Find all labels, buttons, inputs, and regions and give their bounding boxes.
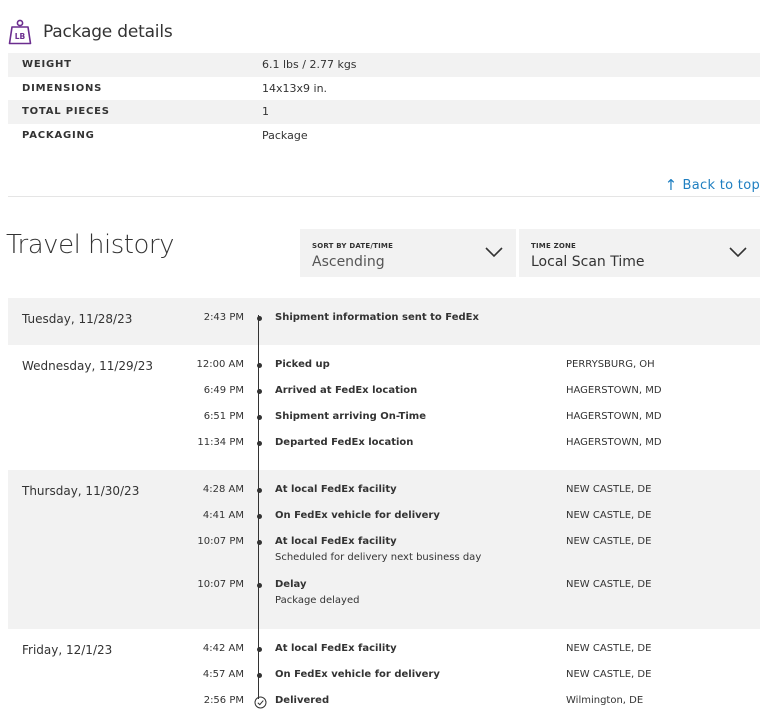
event-description: Shipment arriving On-Time bbox=[275, 411, 426, 422]
detail-key: PACKAGING bbox=[22, 129, 95, 141]
event-time: 2:43 PM bbox=[203, 312, 244, 323]
day-group: Thursday, 11/30/23 4:28 AM At local FedE… bbox=[8, 470, 760, 629]
event-location: NEW CASTLE, DE bbox=[566, 643, 652, 654]
weight-icon-text: LB bbox=[15, 32, 26, 41]
event-detail: Scheduled for delivery next business day bbox=[275, 552, 482, 563]
package-details-header: LB Package details bbox=[8, 18, 173, 46]
event-time: 4:42 AM bbox=[202, 643, 244, 654]
event-time: 4:57 AM bbox=[202, 669, 244, 680]
day-group: Friday, 12/1/23 4:42 AM At local FedEx f… bbox=[8, 629, 760, 721]
event-description: Departed FedEx location bbox=[275, 437, 414, 448]
time-zone-label: TIME ZONE bbox=[531, 242, 577, 250]
detail-value: Package bbox=[262, 128, 308, 142]
time-zone-value: Local Scan Time bbox=[531, 254, 645, 270]
timeline-event: 2:43 PM Shipment information sent to Fed… bbox=[8, 312, 760, 332]
event-location: NEW CASTLE, DE bbox=[566, 510, 652, 521]
event-description: Arrived at FedEx location bbox=[275, 385, 418, 396]
event-description: On FedEx vehicle for delivery bbox=[275, 669, 440, 680]
event-description: Picked up bbox=[275, 359, 330, 370]
section-divider bbox=[8, 196, 760, 197]
detail-key: WEIGHT bbox=[22, 59, 72, 71]
event-time: 10:07 PM bbox=[197, 579, 244, 590]
timeline-event: 2:56 PM Delivered Wilmington, DE bbox=[8, 695, 760, 715]
back-to-top-link[interactable]: ↑ Back to top bbox=[665, 176, 760, 194]
timeline-event: 6:49 PM Arrived at FedEx location HAGERS… bbox=[8, 385, 760, 405]
detail-value: 1 bbox=[262, 105, 269, 119]
travel-history-title: Travel history bbox=[6, 230, 174, 260]
detail-value: 14x13x9 in. bbox=[262, 81, 328, 95]
event-location: NEW CASTLE, DE bbox=[566, 536, 652, 547]
event-description: Delivered bbox=[275, 695, 330, 706]
timeline-event: 11:34 PM Departed FedEx location HAGERST… bbox=[8, 437, 760, 457]
detail-row-packaging: PACKAGING Package bbox=[8, 124, 760, 148]
chevron-down-icon bbox=[485, 247, 503, 258]
event-location: Wilmington, DE bbox=[566, 695, 644, 706]
timeline-event: 10:07 PM At local FedEx facility Schedul… bbox=[8, 536, 760, 572]
detail-row-weight: WEIGHT 6.1 lbs / 2.77 kgs bbox=[8, 53, 760, 77]
day-group: Wednesday, 11/29/23 12:00 AM Picked up P… bbox=[8, 345, 760, 470]
timeline-event: 6:51 PM Shipment arriving On-Time HAGERS… bbox=[8, 411, 760, 431]
event-description: On FedEx vehicle for delivery bbox=[275, 510, 440, 521]
event-description: At local FedEx facility bbox=[275, 643, 397, 654]
package-details-title: Package details bbox=[43, 22, 173, 42]
event-location: NEW CASTLE, DE bbox=[566, 484, 652, 495]
event-time: 6:49 PM bbox=[203, 385, 244, 396]
detail-key: TOTAL PIECES bbox=[22, 106, 110, 118]
timeline-line bbox=[258, 315, 259, 699]
event-time: 12:00 AM bbox=[196, 359, 244, 370]
chevron-down-icon bbox=[729, 247, 747, 258]
event-location: NEW CASTLE, DE bbox=[566, 669, 652, 680]
detail-row-total-pieces: TOTAL PIECES 1 bbox=[8, 100, 760, 124]
sort-by-label: SORT BY DATE/TIME bbox=[312, 242, 394, 250]
event-time: 2:56 PM bbox=[203, 695, 244, 706]
event-detail: Package delayed bbox=[275, 595, 360, 606]
back-to-top-label: Back to top bbox=[682, 177, 760, 193]
event-location: NEW CASTLE, DE bbox=[566, 579, 652, 590]
event-time: 4:28 AM bbox=[202, 484, 244, 495]
event-location: HAGERSTOWN, MD bbox=[566, 385, 662, 396]
timeline-event: 10:07 PM Delay Package delayed NEW CASTL… bbox=[8, 579, 760, 615]
event-location: HAGERSTOWN, MD bbox=[566, 411, 662, 422]
detail-key: DIMENSIONS bbox=[22, 82, 103, 94]
event-description: At local FedEx facility bbox=[275, 536, 397, 547]
detail-value: 6.1 lbs / 2.77 kgs bbox=[262, 58, 357, 72]
timeline-event: 4:28 AM At local FedEx facility NEW CAST… bbox=[8, 484, 760, 504]
sort-by-dropdown[interactable]: SORT BY DATE/TIME Ascending bbox=[300, 229, 516, 277]
timeline-event: 4:57 AM On FedEx vehicle for delivery NE… bbox=[8, 669, 760, 689]
timeline-event: 4:41 AM On FedEx vehicle for delivery NE… bbox=[8, 510, 760, 530]
event-description: At local FedEx facility bbox=[275, 484, 397, 495]
event-description: Delay bbox=[275, 579, 307, 590]
event-time: 10:07 PM bbox=[197, 536, 244, 547]
day-group: Tuesday, 11/28/23 2:43 PM Shipment infor… bbox=[8, 298, 760, 345]
event-description: Shipment information sent to FedEx bbox=[275, 312, 479, 323]
weight-lb-icon: LB bbox=[8, 19, 32, 45]
sort-by-value: Ascending bbox=[312, 254, 385, 270]
event-location: PERRYSBURG, OH bbox=[566, 359, 655, 370]
event-time: 4:41 AM bbox=[202, 510, 244, 521]
event-time: 6:51 PM bbox=[203, 411, 244, 422]
package-details-table: WEIGHT 6.1 lbs / 2.77 kgs DIMENSIONS 14x… bbox=[8, 53, 760, 147]
arrow-up-icon: ↑ bbox=[664, 176, 678, 194]
timeline-event: 4:42 AM At local FedEx facility NEW CAST… bbox=[8, 643, 760, 663]
event-location: HAGERSTOWN, MD bbox=[566, 437, 662, 448]
detail-row-dimensions: DIMENSIONS 14x13x9 in. bbox=[8, 77, 760, 101]
timeline-event: 12:00 AM Picked up PERRYSBURG, OH bbox=[8, 359, 760, 379]
time-zone-dropdown[interactable]: TIME ZONE Local Scan Time bbox=[519, 229, 760, 277]
travel-history-list: Tuesday, 11/28/23 2:43 PM Shipment infor… bbox=[8, 298, 760, 721]
check-circle-icon bbox=[254, 696, 267, 709]
event-time: 11:34 PM bbox=[197, 437, 244, 448]
